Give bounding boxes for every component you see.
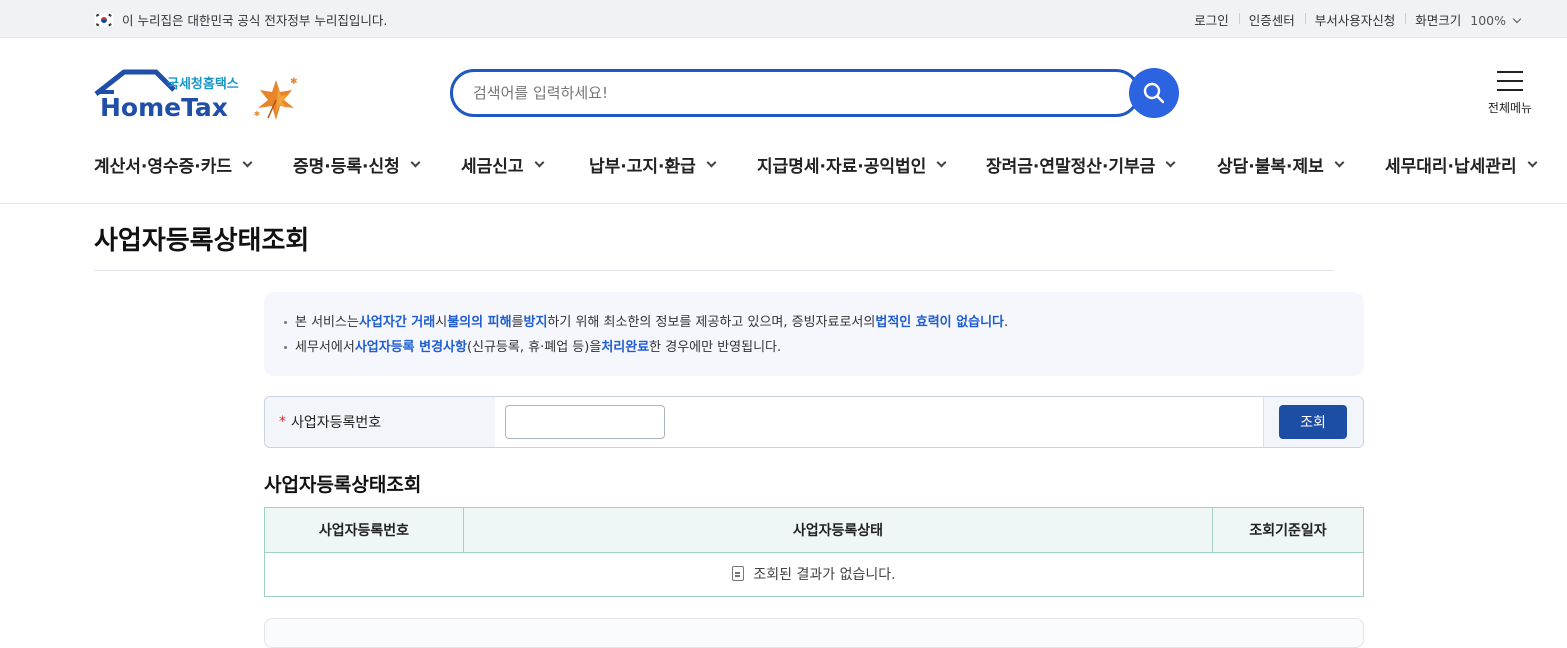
cert-center-link[interactable]: 인증센터 (1238, 10, 1305, 29)
bullet-icon (284, 346, 287, 349)
nav-item-label: 납부·고지·환급 (589, 157, 696, 177)
form-button-area: 조회 (1263, 397, 1363, 447)
notice-text: 시 (435, 315, 448, 330)
main-nav: 계산서·영수증·카드 증명·등록·신청 세금신고 납부·고지·환급 지급명세·자… (0, 144, 1567, 204)
nav-item-certificate[interactable]: 증명·등록·신청 (293, 152, 421, 177)
notice-text: 를 (511, 315, 524, 330)
notice-highlight: 사업자등록 변경사항 (354, 340, 467, 355)
business-number-label-text: 사업자등록번호 (291, 415, 382, 431)
chevron-down-icon (410, 157, 421, 168)
search-box (450, 69, 1140, 117)
zoom-value: 100% (1470, 13, 1507, 28)
results-title: 사업자등록상태조회 (264, 474, 422, 496)
chevron-down-icon (534, 157, 545, 168)
business-number-label: * 사업자등록번호 (265, 397, 495, 447)
results-table: 사업자등록번호 사업자등록상태 조회기준일자 조회된 결과가 없습니다. (264, 507, 1364, 597)
required-mark: * (279, 414, 286, 430)
notice-text: (신규등록, 휴·폐업 등)을 (466, 340, 602, 355)
notice-highlight: 사업자간 거래 (358, 315, 436, 330)
gov-notice-text: 이 누리집은 대한민국 공식 전자정부 누리집입니다. (122, 13, 388, 28)
empty-message: 조회된 결과가 없습니다. (753, 566, 896, 583)
nav-item-label: 세무대리·납세관리 (1385, 157, 1517, 177)
chevron-down-icon (706, 157, 717, 168)
notice-text: . (1004, 315, 1009, 330)
table-row: 조회된 결과가 없습니다. (264, 552, 1364, 597)
gov-notice: 이 누리집은 대한민국 공식 전자정부 누리집입니다. (93, 10, 388, 29)
hamburger-icon (1497, 71, 1523, 91)
info-panel (264, 618, 1364, 648)
nav-item-label: 계산서·영수증·카드 (94, 157, 233, 177)
utility-links: 로그인 인증센터 부서사용자신청 화면크기 100% (1184, 10, 1530, 29)
login-link[interactable]: 로그인 (1184, 10, 1239, 29)
hometax-logo[interactable]: 국세청홈택스 HomeTax ✱ ✱ (94, 68, 304, 124)
table-header-row: 사업자등록번호 사업자등록상태 조회기준일자 (264, 507, 1364, 553)
nav-item-tax-return[interactable]: 세금신고 (461, 152, 545, 177)
notice-highlight: 방지 (523, 315, 548, 330)
all-menu-label: 전체메뉴 (1487, 101, 1533, 115)
document-icon (732, 566, 745, 582)
logo-sub-text: 국세청홈택스 (167, 76, 239, 92)
inquiry-button[interactable]: 조회 (1279, 405, 1347, 439)
column-reference-date: 조회기준일자 (1212, 507, 1364, 553)
chevron-down-icon (1165, 157, 1176, 168)
bullet-icon (284, 321, 287, 324)
notice-line: 세무서에서 사업자등록 변경사항 (신규등록, 휴·폐업 등)을 처리완료 한 경우… (284, 335, 1344, 360)
gov-banner: 이 누리집은 대한민국 공식 전자정부 누리집입니다. 로그인 인증센터 부서사… (0, 0, 1567, 38)
nav-item-label: 증명·등록·신청 (293, 157, 400, 177)
notice-text: 세무서에서 (295, 340, 355, 355)
nav-item-label: 장려금·연말정산·기부금 (986, 157, 1156, 177)
nav-item-label: 세금신고 (461, 157, 524, 177)
chevron-down-icon (1512, 14, 1522, 24)
nav-item-label: 지급명세·자료·공익법인 (757, 157, 927, 177)
notice-text: 한 경우에만 반영됩니다. (649, 340, 782, 355)
notice-text: 본 서비스는 (295, 315, 359, 330)
search-form: * 사업자등록번호 조회 (264, 396, 1364, 448)
business-number-input[interactable] (505, 405, 665, 439)
notice-highlight: 불의의 피해 (447, 315, 512, 330)
nav-item-payment[interactable]: 납부·고지·환급 (589, 152, 717, 177)
nav-item-tax-agent[interactable]: 세무대리·납세관리 (1385, 152, 1538, 177)
all-menu-button[interactable]: 전체메뉴 (1484, 69, 1536, 116)
notice-text: 하기 위해 최소한의 정보를 제공하고 있으며, 증빙자료로서의 (547, 315, 876, 330)
empty-result-cell: 조회된 결과가 없습니다. (264, 552, 1364, 597)
notice-box: 본 서비스는 사업자간 거래 시 불의의 피해 를 방지 하기 위해 최소한의 정보… (264, 292, 1364, 376)
nav-item-incentive[interactable]: 장려금·연말정산·기부금 (986, 152, 1176, 177)
divider (94, 270, 1334, 271)
notice-line: 본 서비스는 사업자간 거래 시 불의의 피해 를 방지 하기 위해 최소한의 정보… (284, 310, 1344, 335)
search-input[interactable] (473, 72, 1073, 114)
notice-highlight: 법적인 효력이 없습니다 (875, 315, 1005, 330)
nav-item-label: 상담·불복·제보 (1217, 157, 1324, 177)
page-title: 사업자등록상태조회 (94, 226, 310, 256)
nav-item-statement[interactable]: 지급명세·자료·공익법인 (757, 152, 947, 177)
chevron-down-icon (242, 157, 253, 168)
nav-item-invoice[interactable]: 계산서·영수증·카드 (94, 152, 253, 177)
chevron-down-icon (1527, 157, 1538, 168)
svg-text:✱: ✱ (290, 77, 298, 87)
zoom-control[interactable]: 화면크기 100% (1405, 10, 1530, 29)
search-button[interactable] (1129, 68, 1179, 118)
korean-flag-icon (93, 12, 115, 27)
zoom-label: 화면크기 (1415, 13, 1462, 28)
logo-main-text: HomeTax (100, 93, 228, 122)
dept-user-apply-link[interactable]: 부서사용자신청 (1304, 10, 1406, 29)
chevron-down-icon (936, 157, 947, 168)
column-business-number: 사업자등록번호 (264, 507, 464, 553)
svg-text:✱: ✱ (254, 110, 260, 118)
chevron-down-icon (1334, 157, 1345, 168)
search-icon (1143, 82, 1165, 104)
column-status: 사업자등록상태 (462, 507, 1214, 553)
notice-highlight: 처리완료 (601, 340, 650, 355)
nav-item-consult[interactable]: 상담·불복·제보 (1217, 152, 1345, 177)
